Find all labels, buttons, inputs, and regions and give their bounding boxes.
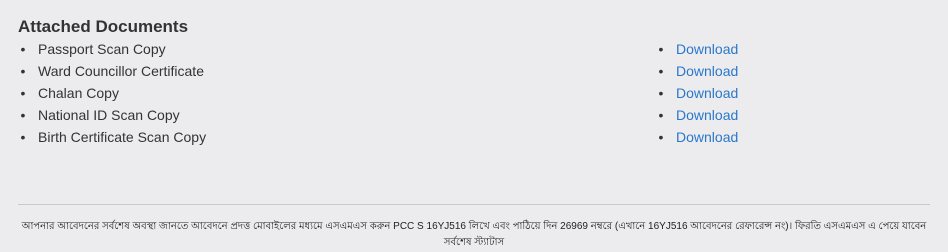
download-link-birth-certificate[interactable]: Download <box>676 126 738 148</box>
document-label: Passport Scan Copy <box>38 41 166 57</box>
bullet-icon: • <box>20 41 26 57</box>
document-label: Birth Certificate Scan Copy <box>38 129 207 145</box>
bullet-icon: • <box>658 129 664 145</box>
bullet-icon: • <box>658 41 664 57</box>
section-title: Attached Documents <box>18 17 189 36</box>
bullet-icon: • <box>20 129 26 145</box>
download-link-chalan[interactable]: Download <box>676 82 738 104</box>
document-label: Ward Councillor Certificate <box>38 63 204 79</box>
bullet-icon: • <box>658 63 664 79</box>
document-label: National ID Scan Copy <box>38 107 180 123</box>
bullet-icon: • <box>658 107 664 123</box>
bullet-icon: • <box>20 63 26 79</box>
download-link-ward-councillor[interactable]: Download <box>676 60 738 82</box>
download-link-national-id[interactable]: Download <box>676 104 738 126</box>
download-link-passport[interactable]: Download <box>676 38 738 60</box>
footer-divider <box>18 204 930 205</box>
sms-status-note: আপনার আবেদনের সর্বশেষ অবস্থা জানতে আবেদন… <box>21 221 927 248</box>
bullet-icon: • <box>20 107 26 123</box>
document-label: Chalan Copy <box>38 85 119 101</box>
bullet-icon: • <box>20 85 26 101</box>
bullet-icon: • <box>658 85 664 101</box>
